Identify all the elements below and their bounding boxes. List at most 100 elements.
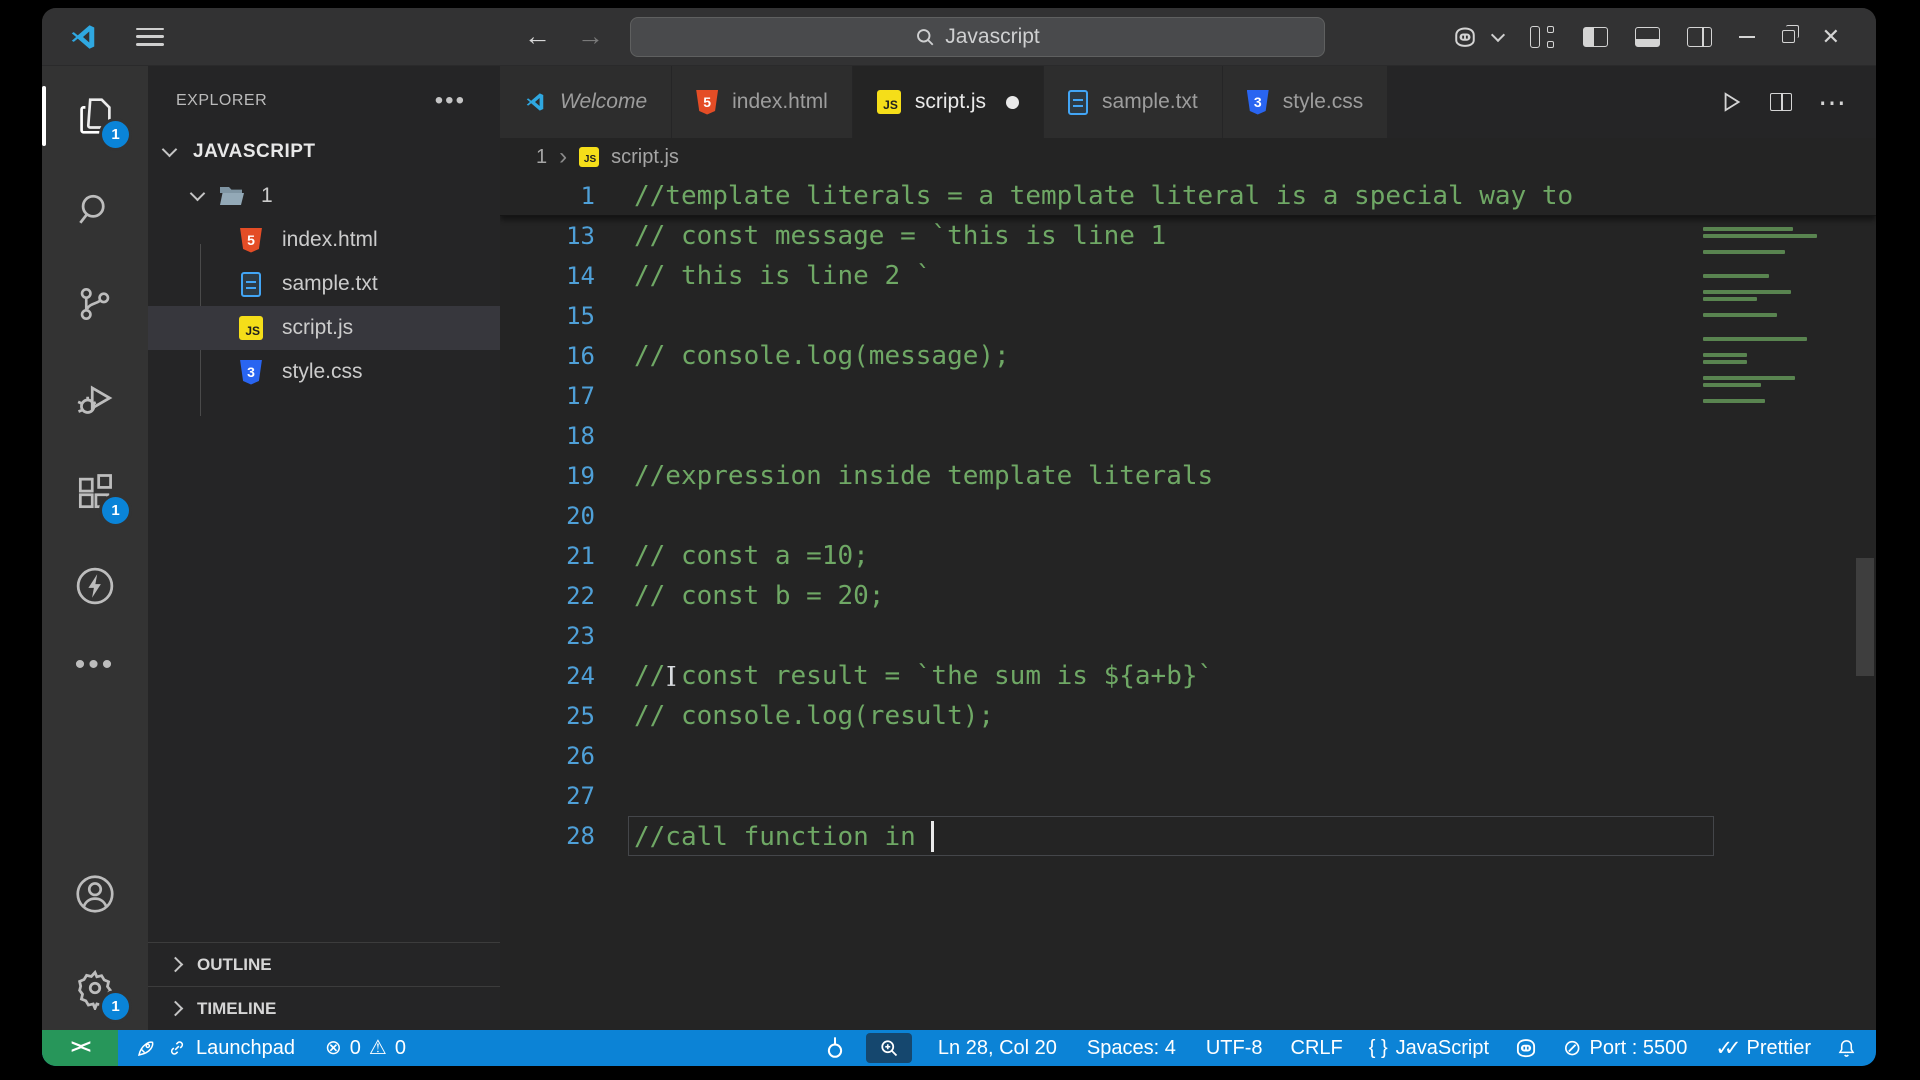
modified-dot-icon[interactable] <box>1006 95 1020 109</box>
sidebar-item-live-server[interactable] <box>63 554 127 618</box>
toggle-secondary-sidebar-icon[interactable] <box>1686 26 1712 47</box>
launchpad-button[interactable]: Launchpad <box>134 1036 295 1060</box>
notifications-bell-icon[interactable] <box>1835 1037 1858 1060</box>
sidebar-item-run-debug[interactable] <box>63 366 127 430</box>
settings-gear-icon[interactable]: 1 <box>63 956 129 1020</box>
code-line[interactable]: 27 <box>500 776 1876 816</box>
file-style-css[interactable]: 3 style.css <box>148 350 500 394</box>
person-icon <box>76 875 114 913</box>
code-line[interactable]: 14// this is line 2 ` <box>500 256 1876 296</box>
tab-label: script.js <box>914 90 987 113</box>
language-mode[interactable]: { } JavaScript <box>1369 1037 1489 1060</box>
toggle-sidebar-icon[interactable] <box>1582 26 1608 47</box>
sticky-scroll-line[interactable]: 1 //template literals = a template liter… <box>500 176 1876 216</box>
text-file-icon <box>241 271 261 297</box>
code-line[interactable]: 15 <box>500 296 1876 336</box>
sidebar-item-search[interactable] <box>63 178 127 242</box>
sidebar-item-source-control[interactable] <box>63 272 127 336</box>
code-line[interactable]: 13// const message = `this is line 1 <box>500 216 1876 256</box>
css-icon: 3 <box>1246 89 1269 115</box>
tab-sample-txt[interactable]: sample.txt <box>1044 66 1223 138</box>
html-icon: 5 <box>240 227 262 253</box>
zoom-in-icon <box>881 1040 898 1057</box>
error-icon: ⊗ <box>324 1037 342 1059</box>
html-icon: 5 <box>696 89 719 115</box>
code-line[interactable]: 18 <box>500 416 1876 456</box>
js-icon: JS <box>239 316 263 340</box>
prettier-status[interactable]: ✓✓ Prettier <box>1715 1036 1811 1061</box>
indentation[interactable]: Spaces: 4 <box>1087 1037 1176 1060</box>
outline-section[interactable]: OUTLINE <box>148 942 500 986</box>
account-icon[interactable] <box>63 862 127 926</box>
rocket-icon <box>138 1041 154 1056</box>
more-actions-icon[interactable]: ⋯ <box>1818 86 1848 119</box>
code-editor[interactable]: 1 //template literals = a template liter… <box>500 176 1876 1030</box>
tab-script-js[interactable]: JS script.js <box>852 66 1045 138</box>
tab-style-css[interactable]: 3 style.css <box>1222 66 1389 138</box>
code-line[interactable]: 24// const result = `the sum is ${a+b}` … <box>500 656 1876 696</box>
error-count: 0 <box>349 1036 361 1059</box>
explorer-actions-icon[interactable]: ••• <box>435 87 466 115</box>
sidebar-item-explorer[interactable]: 1 <box>42 84 129 148</box>
text-cursor <box>931 820 935 852</box>
tab-index-html[interactable]: 5 index.html <box>672 66 853 138</box>
file-label: style.css <box>282 360 363 383</box>
css-icon: 3 <box>240 359 262 385</box>
chevron-down-icon <box>189 185 206 202</box>
file-sample-txt[interactable]: sample.txt <box>148 262 500 306</box>
file-script-js[interactable]: JS script.js <box>148 306 500 350</box>
more-views-icon[interactable]: ••• <box>75 648 116 682</box>
toggle-panel-icon[interactable] <box>1634 26 1660 47</box>
run-button[interactable] <box>1718 89 1744 115</box>
code-line[interactable]: 26 <box>500 736 1876 776</box>
command-search-box[interactable]: Javascript <box>630 16 1325 57</box>
tab-welcome[interactable]: Welcome <box>500 66 673 138</box>
restore-button[interactable] <box>1781 25 1799 43</box>
code-line-current[interactable]: 28 //call function in <box>500 816 1876 856</box>
breadcrumb[interactable]: 1 › JS script.js <box>500 138 1876 176</box>
eol-sequence[interactable]: CRLF <box>1291 1037 1343 1060</box>
timeline-section[interactable]: TIMELINE <box>148 986 500 1030</box>
vertical-scrollbar[interactable] <box>1856 558 1874 676</box>
close-button[interactable]: ✕ <box>1822 25 1840 48</box>
code-line[interactable]: 20 <box>500 496 1876 536</box>
remote-indicator[interactable]: >< <box>42 1030 118 1066</box>
root-label: JAVASCRIPT <box>193 141 316 162</box>
code-line[interactable]: 19//expression inside template literals <box>500 456 1876 496</box>
tree-root-javascript[interactable]: JAVASCRIPT <box>148 130 500 174</box>
forward-arrow-icon[interactable]: → <box>577 23 604 50</box>
code-line[interactable]: 23 <box>500 616 1876 656</box>
encoding[interactable]: UTF-8 <box>1206 1037 1263 1060</box>
copilot-icon[interactable] <box>1450 22 1480 52</box>
live-server-port[interactable]: ⊘ Port : 5500 <box>1563 1037 1687 1060</box>
activity-bar: 1 1 ••• 1 <box>42 66 148 1030</box>
vscode-window: ← → Javascript ✕ 1 1 ••• 1 EXPLORER ••• … <box>42 8 1876 1066</box>
code-line[interactable]: 17 <box>500 376 1876 416</box>
sidebar-item-extensions[interactable]: 1 <box>63 460 129 524</box>
split-editor-icon[interactable] <box>1770 93 1792 111</box>
tree-folder-1[interactable]: 1 <box>148 174 500 218</box>
chevron-down-icon[interactable] <box>1490 27 1505 42</box>
code-line[interactable]: 22// const b = 20; <box>500 576 1876 616</box>
launchpad-label: Launchpad <box>196 1036 295 1059</box>
file-label: index.html <box>282 228 378 251</box>
back-arrow-icon[interactable]: ← <box>524 23 551 50</box>
link-icon <box>170 1041 184 1055</box>
file-index-html[interactable]: 5 index.html <box>148 218 500 262</box>
screencast-zoom-indicator[interactable] <box>865 1033 912 1063</box>
tab-label: sample.txt <box>1102 90 1198 113</box>
code-line[interactable]: 21// const a =10; <box>500 536 1876 576</box>
customize-layout-icon[interactable] <box>1529 25 1556 48</box>
cursor-position[interactable]: Ln 28, Col 20 <box>938 1037 1057 1060</box>
minimize-button[interactable] <box>1738 35 1755 38</box>
breadcrumb-folder[interactable]: 1 <box>536 146 547 169</box>
status-bar: >< Launchpad ⊗ 0 ⚠ 0 Ln 28, Col 20 Space… <box>42 1030 1876 1066</box>
code-line[interactable]: 16// console.log(message); <box>500 336 1876 376</box>
breadcrumb-file[interactable]: script.js <box>611 146 679 169</box>
code-line[interactable]: 25// console.log(result); <box>500 696 1876 736</box>
port-forward-icon[interactable] <box>824 1036 846 1060</box>
copilot-status-icon[interactable] <box>1513 1035 1539 1061</box>
minimap[interactable] <box>1703 188 1823 403</box>
problems-indicator[interactable]: ⊗ 0 ⚠ 0 <box>325 1037 406 1060</box>
menu-icon[interactable] <box>136 27 164 46</box>
